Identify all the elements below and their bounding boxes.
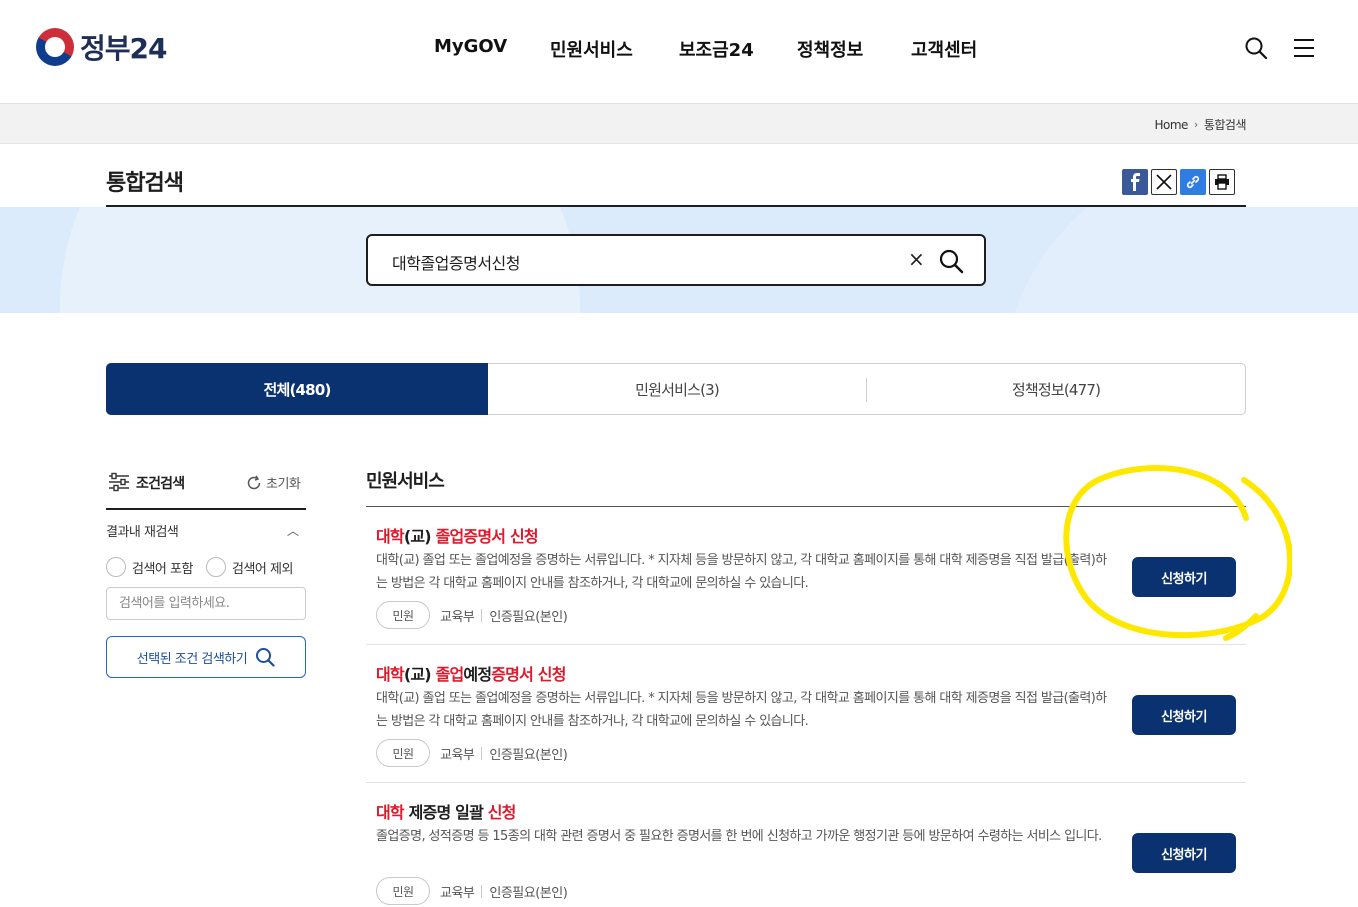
category-badge: 민원 — [376, 739, 430, 767]
meta-divider — [481, 608, 483, 622]
clear-icon[interactable]: × — [908, 247, 925, 271]
include-keyword-radio[interactable]: 검색어 포함 — [106, 557, 193, 577]
site-header: 정부24 MyGOV 민원서비스 보조금24 정책정보 고객센터 — [0, 0, 1358, 103]
search-query[interactable]: 대학졸업증명서신청 — [392, 250, 520, 274]
refine-search-label: 결과내 재검색 — [106, 525, 179, 540]
title-text: (교) — [403, 665, 436, 684]
title-highlight: 졸업증명서 — [435, 527, 506, 546]
result-title[interactable]: 대학 제증명 일괄 신청 — [376, 799, 516, 823]
title-highlight: 대학 — [376, 527, 405, 546]
result-auth-requirement: 인증필요(본인) — [489, 747, 568, 763]
title-text: 제증명 일괄 — [403, 803, 488, 822]
condition-search-label: 선택된 조건 검색하기 — [136, 651, 248, 667]
nav-civil-services[interactable]: 민원서비스 — [550, 36, 633, 62]
link-icon[interactable] — [1180, 169, 1206, 195]
refine-search-input[interactable] — [106, 587, 306, 620]
title-highlight: 신청 — [487, 803, 517, 822]
apply-button[interactable]: 신청하기 — [1132, 695, 1236, 735]
result-description: 졸업증명, 성적증명 등 15종의 대학 관련 증명서 중 필요한 증명서를 한… — [376, 829, 1102, 844]
meta-divider — [481, 884, 483, 898]
category-badge: 민원 — [376, 601, 430, 629]
result-department: 교육부 — [440, 747, 475, 763]
result-title[interactable]: 대학(교) 졸업예정증명서 신청 — [376, 661, 566, 685]
tab-policy-info[interactable]: 정책정보(477) — [867, 363, 1245, 415]
result-meta: 민원 교육부 인증필요(본인) — [376, 739, 568, 767]
breadcrumb-bar: Home › 통합검색 — [0, 103, 1358, 144]
title-highlight: 대학 — [376, 665, 405, 684]
result-item: 대학 제증명 일괄 신청졸업증명, 성적증명 등 15종의 대학 관련 증명서 … — [366, 783, 1246, 907]
breadcrumb-current: 통합검색 — [1203, 118, 1247, 132]
title-text: (교) — [403, 527, 436, 546]
category-badge: 민원 — [376, 877, 430, 905]
title-text: 예정 — [463, 665, 492, 684]
exclude-keyword-radio[interactable]: 검색어 제외 — [206, 557, 293, 577]
title-highlight: 신청 — [509, 527, 539, 546]
chevron-up-icon[interactable]: ︿ — [287, 522, 299, 539]
print-icon[interactable] — [1209, 169, 1235, 195]
main-nav: MyGOV 민원서비스 보조금24 정책정보 고객센터 — [0, 36, 1358, 62]
nav-subsidy24[interactable]: 보조금24 — [679, 36, 754, 62]
title-highlight: 증명서 — [491, 665, 534, 684]
result-tabs: 전체(480) 민원서비스(3) 정책정보(477) — [106, 363, 1246, 415]
tab-civil-services[interactable]: 민원서비스(3) — [488, 363, 866, 415]
result-meta: 민원 교육부 인증필요(본인) — [376, 601, 568, 629]
result-auth-requirement: 인증필요(본인) — [489, 609, 568, 625]
chevron-right-icon: › — [1193, 118, 1198, 131]
nav-customer-center[interactable]: 고객센터 — [911, 36, 977, 62]
apply-button[interactable]: 신청하기 — [1132, 833, 1236, 873]
nav-policy-info[interactable]: 정책정보 — [797, 36, 863, 62]
filter-sliders-icon — [109, 472, 129, 492]
include-keyword-label: 검색어 포함 — [132, 561, 193, 577]
result-description: 대학(교) 졸업 또는 졸업예정을 증명하는 서류입니다. * 지자체 등을 방… — [376, 553, 1107, 591]
facebook-icon[interactable] — [1122, 169, 1148, 195]
search-icon[interactable] — [938, 248, 964, 274]
result-title[interactable]: 대학(교) 졸업증명서 신청 — [376, 523, 539, 547]
filter-title: 조건검색 — [136, 476, 185, 492]
title-highlight: 졸업 — [435, 665, 465, 684]
meta-divider — [481, 746, 483, 760]
tab-all[interactable]: 전체(480) — [106, 363, 488, 415]
nav-mygov[interactable]: MyGOV — [434, 36, 507, 57]
search-icon[interactable] — [1244, 36, 1268, 60]
search-input[interactable]: 대학졸업증명서신청 × — [366, 234, 986, 286]
title-highlight: 신청 — [537, 665, 567, 684]
breadcrumb-home[interactable]: Home — [1154, 118, 1188, 132]
page-title: 통합검색 — [106, 171, 184, 196]
hamburger-menu-icon[interactable] — [1292, 36, 1316, 60]
result-auth-requirement: 인증필요(본인) — [489, 885, 568, 901]
radio-circle[interactable] — [206, 557, 226, 577]
section-title: 민원서비스 — [366, 471, 445, 492]
result-department: 교육부 — [440, 609, 475, 625]
result-item: 대학(교) 졸업예정증명서 신청대학(교) 졸업 또는 졸업예정을 증명하는 서… — [366, 645, 1246, 783]
result-department: 교육부 — [440, 885, 475, 901]
filter-header: 조건검색 초기화 — [106, 470, 306, 494]
radio-circle[interactable] — [106, 557, 126, 577]
x-twitter-icon[interactable] — [1151, 169, 1177, 195]
condition-search-button[interactable]: 선택된 조건 검색하기 — [106, 636, 306, 678]
filter-divider — [106, 508, 306, 510]
band-decoration — [1000, 207, 1358, 313]
breadcrumb: Home › 통합검색 — [1154, 116, 1246, 133]
exclude-keyword-label: 검색어 제외 — [232, 561, 293, 577]
reset-button[interactable]: 초기화 — [246, 473, 301, 492]
refresh-icon — [247, 475, 261, 489]
yellow-circle-annotation — [1063, 465, 1292, 641]
reset-label: 초기화 — [266, 477, 301, 492]
result-meta: 민원 교육부 인증필요(본인) — [376, 877, 568, 905]
share-toolbar — [1122, 169, 1235, 195]
search-icon — [256, 648, 275, 667]
title-highlight: 대학 — [376, 803, 405, 822]
result-description: 대학(교) 졸업 또는 졸업예정을 증명하는 서류입니다. * 지자체 등을 방… — [376, 691, 1107, 729]
